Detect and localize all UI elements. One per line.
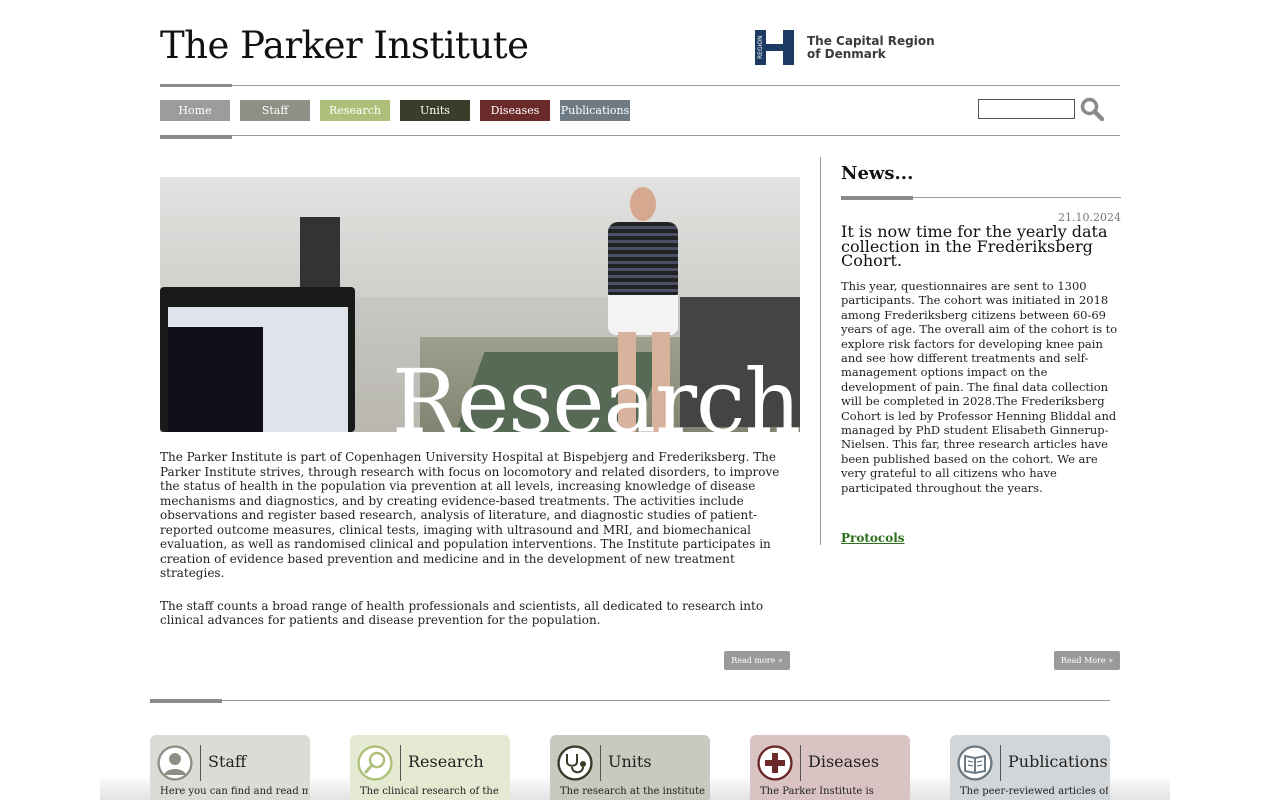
column-divider xyxy=(820,157,821,545)
footer-divider xyxy=(150,700,1110,701)
card-research[interactable]: Research The clinical research of the xyxy=(350,735,510,800)
region-h-logo-icon: REGION xyxy=(755,30,795,65)
card-units[interactable]: Units The research at the institute is xyxy=(550,735,710,800)
magnifier-icon xyxy=(357,745,393,781)
nav-divider-bottom-accent xyxy=(160,135,232,139)
nav-staff[interactable]: Staff xyxy=(240,100,310,121)
news-read-more-button[interactable]: Read More » xyxy=(1054,651,1120,670)
footer-divider-accent xyxy=(150,699,222,703)
nav-units[interactable]: Units xyxy=(400,100,470,121)
card-description: The research at the institute is xyxy=(560,786,708,797)
card-divider xyxy=(200,745,201,781)
card-staff[interactable]: Staff Here you can find and read more xyxy=(150,735,310,800)
card-description: The Parker Institute is xyxy=(760,786,874,797)
card-publications[interactable]: Publications The peer-reviewed articles … xyxy=(950,735,1110,800)
region-logo-text: The Capital Region of Denmark xyxy=(807,33,935,61)
nav-publications[interactable]: Publications xyxy=(560,100,630,121)
news-title: It is now time for the yearly data colle… xyxy=(841,222,1108,270)
news-heading: News... xyxy=(841,163,914,184)
search-input[interactable] xyxy=(978,99,1075,119)
card-divider xyxy=(600,745,601,781)
capital-region-logo[interactable]: REGION The Capital Region of Denmark xyxy=(755,30,935,65)
intro-read-more-button[interactable]: Read more » xyxy=(724,651,790,670)
card-title: Staff xyxy=(208,752,247,771)
nav-divider-top-accent xyxy=(160,84,232,87)
nav-divider-top xyxy=(160,85,1120,86)
card-diseases[interactable]: Diseases The Parker Institute is xyxy=(750,735,910,800)
card-divider xyxy=(1000,745,1001,781)
news-divider-accent xyxy=(841,196,913,200)
news-body: This year, questionnaires are sent to 13… xyxy=(841,279,1118,495)
main-nav: Home Staff Research Units Diseases Publi… xyxy=(160,100,630,121)
card-title: Diseases xyxy=(808,752,880,771)
nav-home[interactable]: Home xyxy=(160,100,230,121)
book-icon xyxy=(957,745,993,781)
card-description: The clinical research of the xyxy=(360,786,499,797)
nav-divider-bottom xyxy=(160,135,1120,136)
hero-heading: Research xyxy=(391,350,800,433)
card-divider xyxy=(800,745,801,781)
intro-paragraph: The staff counts a broad range of health… xyxy=(160,598,764,628)
nav-research[interactable]: Research xyxy=(320,100,390,121)
medical-cross-icon xyxy=(757,745,793,781)
site-title[interactable]: The Parker Institute xyxy=(160,24,529,67)
search-icon[interactable] xyxy=(1080,97,1104,121)
stethoscope-icon xyxy=(557,745,593,781)
card-description: Here you can find and read more xyxy=(160,786,308,797)
computer-monitor-image xyxy=(160,287,355,432)
card-description: The peer-reviewed articles of the xyxy=(960,786,1108,797)
nav-diseases[interactable]: Diseases xyxy=(480,100,550,121)
protocols-link[interactable]: Protocols xyxy=(841,531,905,545)
person-icon xyxy=(157,745,193,781)
hero-banner[interactable]: Research xyxy=(160,177,800,432)
card-title: Units xyxy=(608,752,652,771)
card-divider xyxy=(400,745,401,781)
card-title: Research xyxy=(408,752,484,771)
intro-paragraph: The Parker Institute is part of Copenhag… xyxy=(160,450,780,580)
intro-text: The Parker Institute is part of Copenhag… xyxy=(160,450,800,646)
card-title: Publications xyxy=(1008,752,1108,771)
